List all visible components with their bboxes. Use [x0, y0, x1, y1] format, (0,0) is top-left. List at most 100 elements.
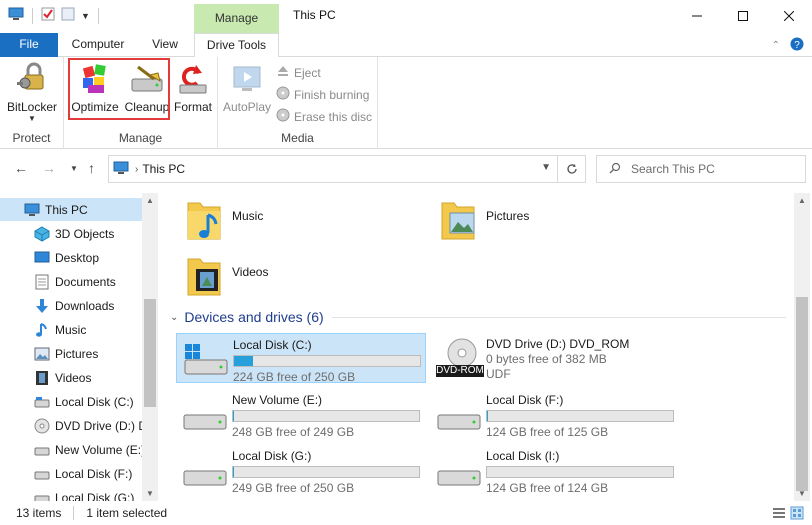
drive-free-space: 0 bytes free of 382 MB: [486, 352, 607, 366]
navigation-bar: ← → ▼ ↑ › This PC ▼ Search This PC: [0, 150, 812, 188]
drive-free-space: 124 GB free of 125 GB: [486, 425, 609, 439]
nav-item-label: Local Disk (C:): [55, 394, 134, 409]
dvd-rom-badge: DVD-ROM: [436, 365, 484, 376]
tab-drive-tools[interactable]: Drive Tools: [194, 33, 279, 58]
nav-item-label: Desktop: [55, 250, 100, 265]
group-divider: [331, 316, 786, 318]
format-button[interactable]: Format: [170, 61, 216, 114]
manage-context-tab[interactable]: Manage: [194, 4, 279, 33]
nav-item-pictures[interactable]: Pictures: [0, 342, 142, 365]
refresh-button[interactable]: [557, 156, 585, 182]
minimize-button[interactable]: [674, 0, 720, 32]
drive-free-space: 224 GB free of 250 GB: [233, 370, 356, 384]
drive-tile-c[interactable]: Local Disk (C:) 224 GB free of 250 GB: [176, 333, 426, 384]
drive-usage-fill: [487, 411, 489, 421]
drive-icon: [180, 453, 228, 490]
nav-item-this-pc[interactable]: This PC: [0, 198, 142, 221]
nav-item-videos[interactable]: Videos: [0, 366, 142, 389]
nav-item-documents[interactable]: Documents: [0, 270, 142, 293]
media-group-label: Media: [281, 131, 314, 145]
nav-item-3d-objects[interactable]: 3D Objects: [0, 222, 142, 245]
nav-item-music[interactable]: Music: [0, 318, 142, 341]
scroll-up-icon[interactable]: ▲: [798, 196, 806, 205]
erase-disc-button[interactable]: Erase this disc: [276, 108, 372, 125]
drive-usage-bar: [486, 410, 674, 422]
minimize-ribbon-icon[interactable]: ⌃: [772, 40, 780, 51]
nav-pane-scrollbar[interactable]: ▲ ▼: [142, 193, 158, 501]
back-arrow-icon[interactable]: ←: [14, 160, 28, 176]
properties-icon[interactable]: [41, 7, 55, 24]
up-arrow-icon[interactable]: ↑: [88, 160, 95, 176]
scroll-down-icon[interactable]: ▼: [798, 489, 806, 498]
qat-divider: [32, 7, 33, 24]
view-toggle: [772, 506, 804, 523]
drive-name: Local Disk (I:): [486, 449, 560, 463]
title-bar: ▼ Manage This PC: [0, 0, 812, 33]
videos-icon: [34, 370, 50, 386]
music-icon: [34, 322, 50, 338]
refresh-icon: [566, 164, 577, 174]
address-bar[interactable]: › This PC ▼: [108, 155, 586, 183]
finish-burning-button[interactable]: Finish burning: [276, 86, 369, 103]
drive-usage-bar: [232, 410, 420, 422]
maximize-button[interactable]: [720, 0, 766, 32]
nav-item-downloads[interactable]: Downloads: [0, 294, 142, 317]
nav-item-local-disk-f[interactable]: Local Disk (F:): [0, 462, 142, 485]
nav-item-desktop[interactable]: Desktop: [0, 246, 142, 269]
folder-pictures[interactable]: Pictures: [438, 197, 529, 246]
eject-button[interactable]: Eject: [276, 64, 321, 81]
address-dropdown-icon[interactable]: ▼: [541, 162, 551, 173]
videos-folder-icon: [184, 253, 224, 302]
drive-tile-e[interactable]: New Volume (E:) 248 GB free of 249 GB: [176, 389, 426, 439]
details-view-icon[interactable]: [772, 506, 786, 523]
search-box[interactable]: Search This PC: [596, 155, 806, 183]
nav-item-label: Local Disk (F:): [55, 466, 133, 481]
bitlocker-button[interactable]: BitLocker ▼: [6, 61, 58, 123]
nav-item-new-volume-e[interactable]: New Volume (E:): [0, 438, 145, 461]
devices-group-header[interactable]: ⌄ Devices and drives (6): [170, 309, 786, 325]
drive-tile-f[interactable]: Local Disk (F:) 124 GB free of 125 GB: [430, 389, 680, 439]
autoplay-label: AutoPlay: [222, 100, 272, 114]
autoplay-button[interactable]: AutoPlay: [222, 61, 272, 114]
folder-music-label: Music: [232, 209, 264, 223]
recent-locations-icon[interactable]: ▼: [70, 164, 78, 173]
tab-view[interactable]: View: [140, 33, 190, 57]
close-button[interactable]: [766, 0, 812, 32]
breadcrumb-separator-icon[interactable]: ›: [135, 164, 138, 175]
3d-objects-icon: [34, 225, 50, 242]
scroll-down-icon[interactable]: ▼: [146, 489, 154, 498]
customize-qat-icon[interactable]: ▼: [81, 11, 90, 21]
scrollbar-thumb[interactable]: [144, 299, 156, 407]
folder-videos[interactable]: Videos: [184, 253, 268, 302]
music-folder-icon: [184, 197, 224, 246]
drive-tile-i[interactable]: Local Disk (I:) 124 GB free of 124 GB: [430, 445, 680, 495]
drive-name: New Volume (E:): [232, 393, 323, 407]
nav-item-local-disk-g[interactable]: Local Disk (G:): [0, 486, 142, 501]
chevron-down-icon: ▼: [28, 114, 36, 123]
nav-item-local-disk-c[interactable]: Local Disk (C:): [0, 390, 142, 413]
drive-usage-fill: [233, 467, 234, 477]
tiles-view-icon[interactable]: [790, 506, 804, 523]
nav-item-label: This PC: [45, 202, 88, 217]
pictures-folder-icon: [438, 197, 478, 246]
folder-music[interactable]: Music: [184, 197, 263, 246]
forward-arrow-icon[interactable]: →: [42, 160, 56, 176]
scrollbar-thumb[interactable]: [796, 297, 808, 491]
help-icon[interactable]: ?: [790, 37, 804, 54]
drive-tile-d[interactable]: DVD-ROM DVD Drive (D:) DVD_ROM 0 bytes f…: [430, 333, 680, 383]
drive-icon: [34, 394, 50, 410]
pc-icon[interactable]: [8, 7, 24, 24]
breadcrumb-this-pc[interactable]: This PC: [142, 162, 185, 176]
chevron-down-icon[interactable]: ⌄: [170, 312, 178, 323]
format-label: Format: [173, 100, 212, 114]
ribbon-tabs: File Computer View Drive Tools: [0, 33, 812, 58]
disc-erase-icon: [276, 108, 290, 125]
tab-file[interactable]: File: [0, 33, 58, 57]
scroll-up-icon[interactable]: ▲: [146, 196, 154, 205]
drive-tile-g[interactable]: Local Disk (G:) 249 GB free of 250 GB: [176, 445, 426, 495]
content-scrollbar[interactable]: ▲ ▼: [794, 193, 810, 501]
new-folder-icon[interactable]: [61, 7, 75, 24]
nav-item-dvd-drive-d[interactable]: DVD Drive (D:) D: [0, 414, 147, 437]
manage-group-label: Manage: [118, 131, 163, 145]
tab-computer[interactable]: Computer: [62, 33, 134, 57]
